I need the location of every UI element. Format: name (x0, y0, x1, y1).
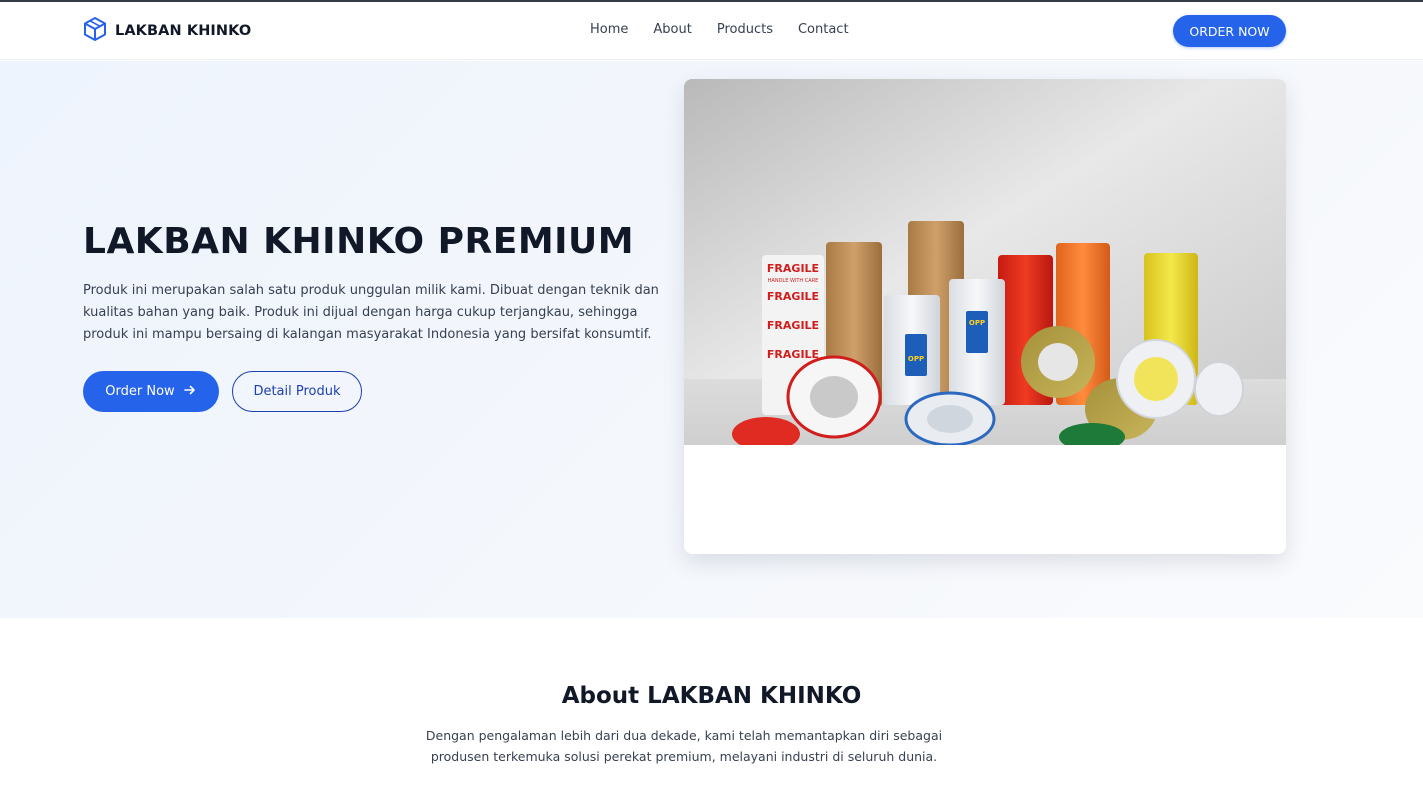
hero-section: LAKBAN KHINKO PREMIUM Produk ini merupak… (0, 61, 1423, 618)
order-now-button[interactable]: Order Now (83, 371, 219, 412)
nav-link-about[interactable]: About (653, 22, 691, 37)
nav-link-home[interactable]: Home (590, 22, 628, 37)
tape-label-handle: HANDLE WITH CARE (768, 278, 819, 284)
tape-label-fragile-4: FRAGILE (767, 348, 819, 361)
box-icon (83, 16, 107, 47)
about-description: Dengan pengalaman lebih dari dua dekade,… (425, 728, 943, 764)
arrow-right-icon (183, 383, 197, 401)
navbar: LAKBAN KHINKO Home About Products Contac… (0, 2, 1423, 60)
order-now-nav-button[interactable]: ORDER NOW (1173, 15, 1286, 47)
product-tape-image: FRAGILE FRAGILE FRAGILE FRAGILE HANDLE W… (684, 79, 1286, 445)
nav-links: Home About Products Contact (590, 22, 874, 37)
tape-label-fragile-1: FRAGILE (767, 262, 819, 275)
tape-label-opp-2: OPP (969, 319, 985, 327)
brand[interactable]: LAKBAN KHINKO (83, 16, 252, 47)
nav-link-products[interactable]: Products (717, 22, 773, 37)
hero-image-card: FRAGILE FRAGILE FRAGILE FRAGILE HANDLE W… (684, 79, 1286, 554)
tape-label-opp-1: OPP (908, 355, 924, 363)
about-section: About LAKBAN KHINKO Dengan pengalaman le… (0, 618, 1423, 786)
tape-label-fragile-2: FRAGILE (767, 290, 819, 303)
order-now-label: Order Now (105, 384, 175, 399)
about-title: About LAKBAN KHINKO (561, 683, 862, 709)
nav-link-contact[interactable]: Contact (798, 22, 849, 37)
hero-description: Produk ini merupakan salah satu produk u… (83, 283, 659, 342)
tape-label-fragile-3: FRAGILE (767, 319, 819, 332)
brand-name: LAKBAN KHINKO (115, 23, 252, 39)
detail-produk-button[interactable]: Detail Produk (232, 371, 362, 412)
hero-title: LAKBAN KHINKO PREMIUM (83, 221, 635, 262)
